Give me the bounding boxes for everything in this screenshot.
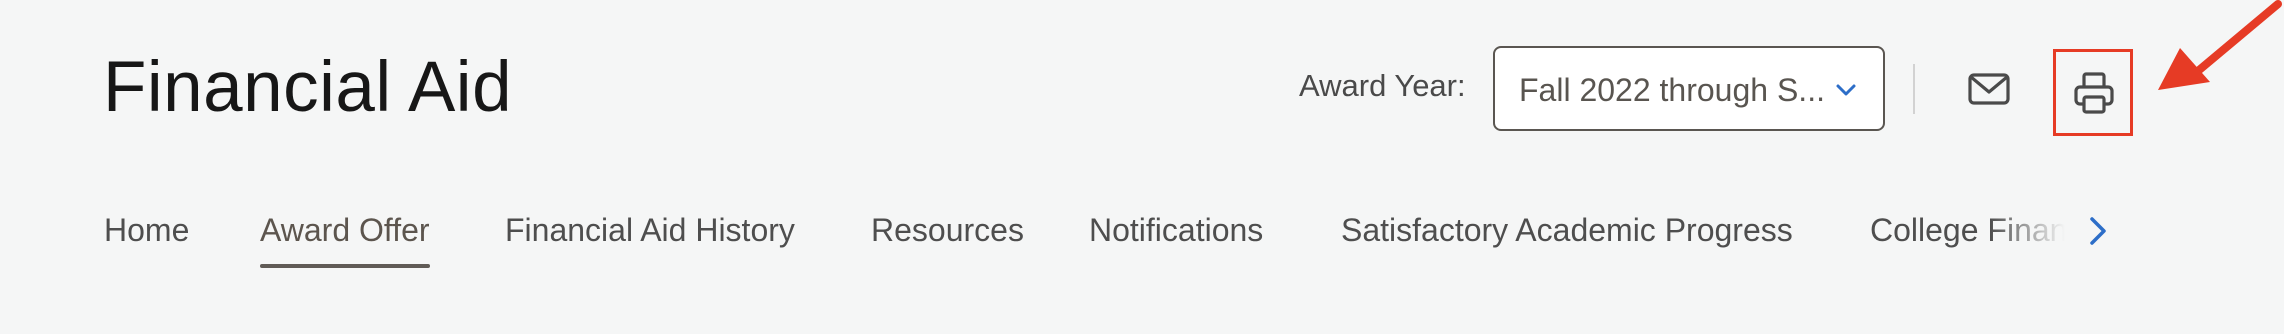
award-year-select[interactable]: Fall 2022 through S... <box>1493 46 1885 131</box>
tab-resources[interactable]: Resources <box>871 208 1024 252</box>
chevron-right-icon[interactable] <box>2079 212 2115 250</box>
award-year-selected-value: Fall 2022 through S... <box>1519 72 1825 108</box>
tab-home[interactable]: Home <box>104 208 189 252</box>
tab-notifications[interactable]: Notifications <box>1089 208 1263 252</box>
chevron-down-icon <box>1836 84 1856 96</box>
nav-tabs: Home Award Offer Financial Aid History R… <box>0 200 2120 270</box>
page-title: Financial Aid <box>103 48 513 127</box>
envelope-icon <box>1968 73 2010 105</box>
award-year-label: Award Year: <box>1299 68 1466 103</box>
annotation-arrow-icon <box>2158 0 2282 90</box>
tab-financial-aid-history[interactable]: Financial Aid History <box>505 208 795 252</box>
printer-icon <box>2074 72 2114 114</box>
tab-satisfactory-academic-progress[interactable]: Satisfactory Academic Progress <box>1341 208 1793 252</box>
print-button[interactable] <box>2053 49 2133 136</box>
nav-overflow-fade <box>1990 200 2090 270</box>
tab-award-offer[interactable]: Award Offer <box>260 208 430 268</box>
email-button[interactable] <box>1960 64 2018 116</box>
header-divider <box>1913 64 1915 114</box>
